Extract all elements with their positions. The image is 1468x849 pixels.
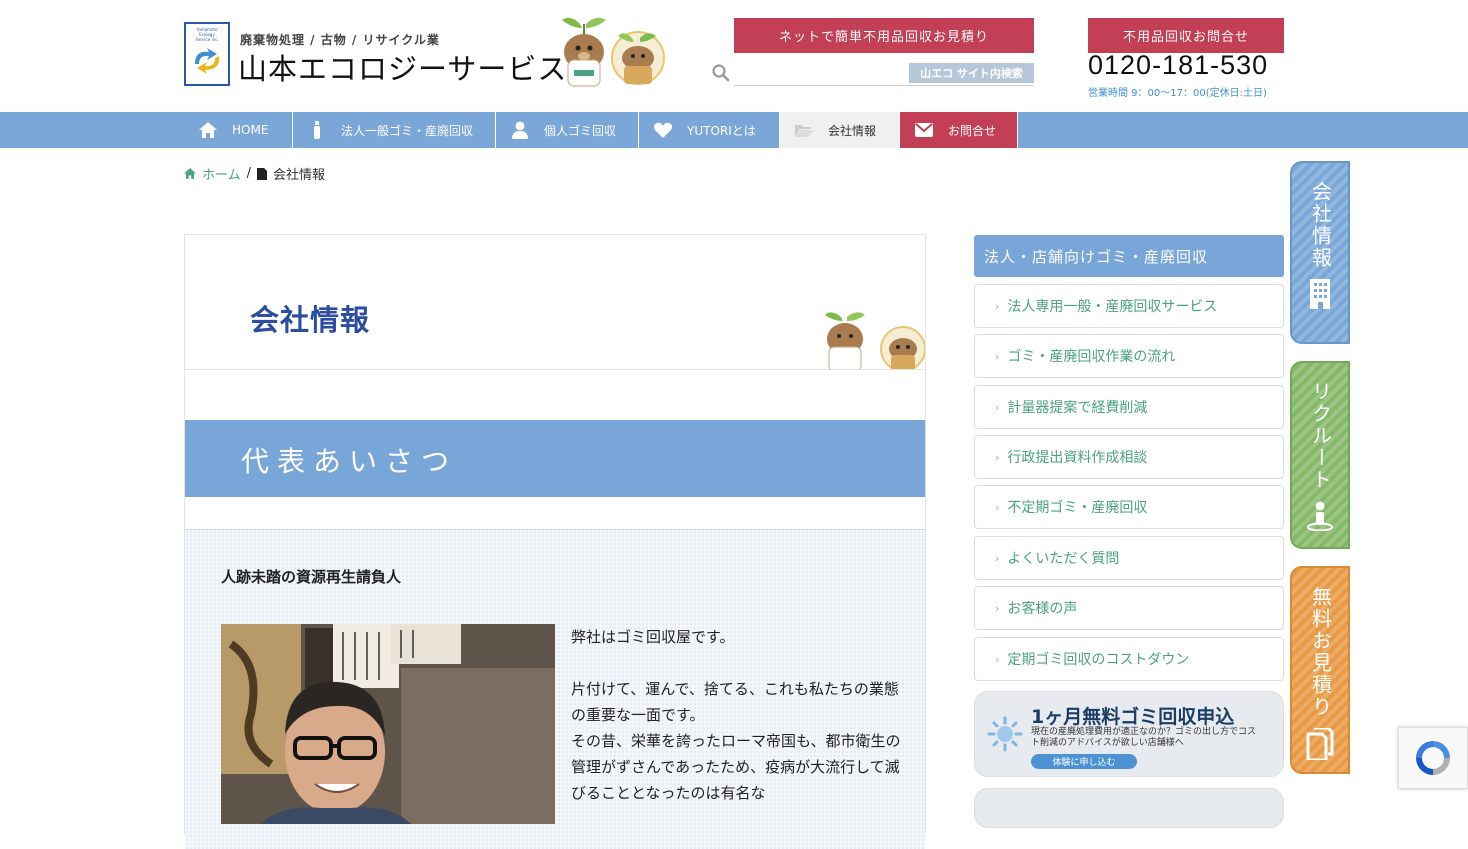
recaptcha-badge[interactable] bbox=[1398, 727, 1468, 789]
nav-label: HOME bbox=[232, 123, 269, 137]
sidebar-heading: 法人・店舗向けゴミ・産廃回収 bbox=[974, 235, 1284, 277]
logo-text-3: Service inc. bbox=[195, 37, 219, 42]
site-search-button[interactable]: 山エコ サイト内検索 bbox=[909, 63, 1034, 83]
company-name[interactable]: 山本エコロジーサービス bbox=[238, 46, 567, 88]
sidebar-item-work-flow[interactable]: › ゴミ・産廃回収作業の流れ bbox=[974, 334, 1284, 378]
nav-label: 個人ゴミ回収 bbox=[544, 123, 617, 138]
main-content: 会社情報 代表あいさつ 人跡未踏の資源再生請負人 弊社はゴミ回収屋です。 片付け… bbox=[184, 234, 926, 849]
free-trial-banner[interactable]: 1ヶ月無料ゴミ回収申込 現在の産廃処理費用が適正なのか？ゴミの出し方でコスト削減… bbox=[974, 691, 1284, 777]
nav-contact[interactable]: お問合せ bbox=[900, 112, 1018, 148]
site-search: 山エコ サイト内検索 bbox=[712, 60, 1034, 88]
sidebar-item-testimonials[interactable]: › お客様の声 bbox=[974, 586, 1284, 630]
sidebar-item-cost-down[interactable]: › 定期ゴミ回収のコストダウン bbox=[974, 637, 1284, 681]
section-heading: 代表あいさつ bbox=[241, 445, 458, 478]
nav-label: お問合せ bbox=[948, 123, 997, 138]
sidebar-item-label: 計量器提案で経費削減 bbox=[1007, 400, 1148, 416]
nav-company-info[interactable]: 会社情報 bbox=[780, 112, 900, 148]
chevron-right-icon: › bbox=[995, 652, 1000, 666]
sidebar-item-irregular-collection[interactable]: › 不定期ゴミ・産廃回収 bbox=[974, 485, 1284, 529]
sidebar-item-admin-documents[interactable]: › 行政提出資料作成相談 bbox=[974, 435, 1284, 479]
person-icon bbox=[510, 120, 530, 140]
sidebar-item-label: 不定期ゴミ・産廃回収 bbox=[1007, 500, 1148, 516]
greeting-subheading: 人跡未踏の資源再生請負人 bbox=[221, 568, 402, 586]
chevron-right-icon: › bbox=[995, 349, 1000, 363]
main-nav: HOME 法人一般ゴミ・産廃回収 個人ゴミ回収 YUTORIとは 会社情報 お問… bbox=[0, 112, 1468, 148]
greeting-paragraph: 弊社はゴミ回収屋です。 bbox=[571, 628, 735, 646]
breadcrumb: ホーム / 会社情報 bbox=[184, 164, 325, 183]
business-hours: 営業時間 9：00〜17：00(定休日:土日) bbox=[1088, 88, 1267, 99]
inquiry-button[interactable]: 不用品回収お問合せ bbox=[1088, 18, 1284, 53]
recycle-logo-icon bbox=[195, 48, 220, 74]
breadcrumb-home-link[interactable]: ホーム bbox=[202, 164, 241, 183]
nav-label: YUTORIとは bbox=[687, 123, 756, 138]
company-logo[interactable]: Yamamoto Ecology Service inc. bbox=[184, 22, 230, 86]
recaptcha-icon bbox=[1416, 741, 1450, 775]
sidebar-banner-2[interactable] bbox=[974, 788, 1284, 828]
chevron-right-icon: › bbox=[995, 500, 1000, 514]
heart-icon bbox=[653, 120, 673, 140]
sidebar-item-label: よくいただく質問 bbox=[1007, 551, 1120, 567]
sidebar-item-label: 定期ゴミ回収のコストダウン bbox=[1007, 652, 1190, 668]
nav-yutori[interactable]: YUTORIとは bbox=[639, 112, 780, 148]
greeting-text: 弊社はゴミ回収屋です。 片付けて、運んで、捨てる、これも私たちの業態の重要な一面… bbox=[571, 624, 901, 806]
page-title: 会社情報 bbox=[250, 303, 371, 337]
sidebar-item-scale-proposal[interactable]: › 計量器提案で経費削減 bbox=[974, 385, 1284, 429]
side-tab-company-info[interactable]: 会社情報 bbox=[1290, 161, 1350, 344]
chevron-right-icon: › bbox=[995, 601, 1000, 615]
person-info-icon bbox=[1307, 501, 1333, 531]
nav-label: 法人一般ゴミ・産廃回収 bbox=[341, 123, 474, 138]
sparkle-icon bbox=[987, 716, 1023, 752]
breadcrumb-separator: / bbox=[246, 166, 252, 181]
site-header: Yamamoto Ecology Service inc. 廃棄物処理 / 古物… bbox=[0, 0, 1468, 112]
banner-title: 1ヶ月無料ゴミ回収申込 bbox=[1031, 706, 1235, 728]
phone-number[interactable]: 0120-181-530 bbox=[1088, 50, 1268, 81]
section-heading-band: 代表あいさつ bbox=[185, 420, 925, 497]
page-title-area: 会社情報 bbox=[185, 235, 925, 370]
sidebar-item-label: 法人専用一般・産廃回収サービス bbox=[1007, 299, 1218, 315]
sidebar-item-label: ゴミ・産廃回収作業の流れ bbox=[1007, 349, 1176, 365]
tab-char: 会社情報 bbox=[1308, 181, 1333, 269]
mail-icon bbox=[914, 120, 934, 140]
greeting-section: 人跡未踏の資源再生請負人 弊社はゴミ回収屋です。 片付けて、運んで、捨てる、これ… bbox=[185, 529, 925, 849]
home-icon bbox=[184, 168, 196, 179]
search-icon[interactable] bbox=[712, 64, 730, 82]
home-icon bbox=[198, 120, 218, 140]
representative-photo bbox=[221, 624, 555, 824]
tab-char: リクルート bbox=[1308, 381, 1333, 491]
banner-apply-button[interactable]: 体験に申し込む bbox=[1031, 754, 1137, 769]
tab-char: 無料お見積り bbox=[1308, 586, 1333, 718]
side-tab-recruit[interactable]: リクルート bbox=[1290, 361, 1350, 549]
sidebar-item-label: お客様の声 bbox=[1007, 601, 1078, 617]
chevron-right-icon: › bbox=[995, 299, 1000, 313]
chevron-right-icon: › bbox=[995, 400, 1000, 414]
chevron-right-icon: › bbox=[995, 450, 1000, 464]
sidebar-item-faq[interactable]: › よくいただく質問 bbox=[974, 536, 1284, 580]
building-icon bbox=[1310, 279, 1330, 309]
chevron-right-icon: › bbox=[995, 551, 1000, 565]
folder-icon bbox=[794, 120, 814, 140]
document-icon bbox=[1306, 728, 1334, 760]
banner-text: 現在の産廃処理費用が適正なのか？ゴミの出し方でコスト削減のアドバイスが欲しい店舗… bbox=[1031, 727, 1257, 748]
side-tab-free-estimate[interactable]: 無料お見積り bbox=[1290, 566, 1350, 774]
mascot-illustration bbox=[825, 312, 925, 369]
nav-home[interactable]: HOME bbox=[184, 112, 293, 148]
mascot-illustration bbox=[562, 17, 665, 87]
nav-label: 会社情報 bbox=[828, 123, 877, 138]
bottle-icon bbox=[307, 120, 327, 140]
sidebar-item-label: 行政提出資料作成相談 bbox=[1007, 450, 1148, 466]
nav-corporate-waste[interactable]: 法人一般ゴミ・産廃回収 bbox=[293, 112, 496, 148]
greeting-paragraph: その昔、栄華を誇ったローマ帝国も、都市衛生の管理がずさんであったため、疫病が大流… bbox=[571, 732, 901, 802]
sidebar-item-corporate-service[interactable]: › 法人専用一般・産廃回収サービス bbox=[974, 284, 1284, 328]
nav-personal-waste[interactable]: 個人ゴミ回収 bbox=[496, 112, 639, 148]
online-estimate-button[interactable]: ネットで簡単不用品回収お見積り bbox=[734, 18, 1034, 53]
document-icon bbox=[257, 167, 268, 180]
breadcrumb-current: 会社情報 bbox=[273, 168, 326, 183]
greeting-paragraph: 片付けて、運んで、捨てる、これも私たちの業態の重要な一面です。 bbox=[571, 680, 899, 724]
